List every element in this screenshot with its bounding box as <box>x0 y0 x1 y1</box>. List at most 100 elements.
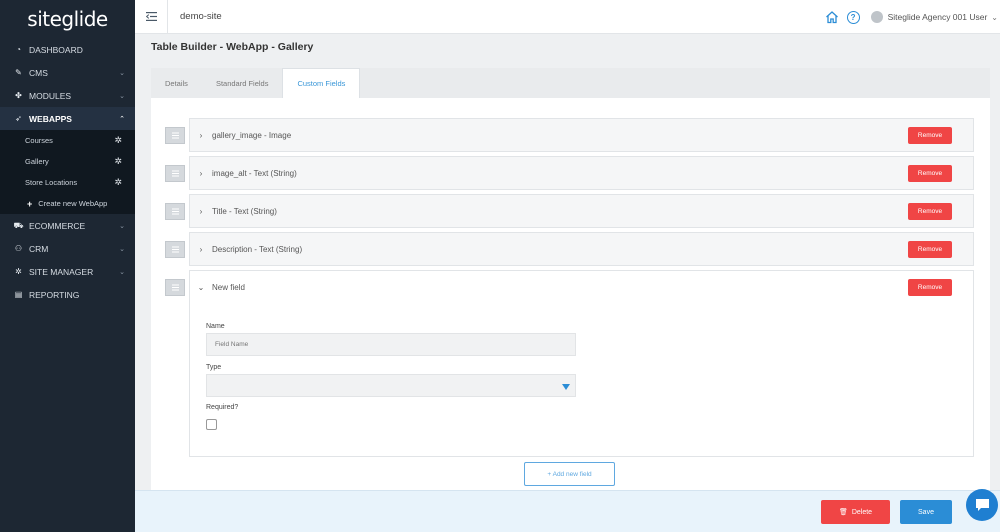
tab-details[interactable]: Details <box>151 68 202 98</box>
help-glyph: ? <box>850 12 856 22</box>
chevron-down-icon: ⌄ <box>119 245 125 253</box>
add-new-field-button[interactable]: + Add new field <box>524 462 615 486</box>
sidebar-item-label: MODULES <box>29 90 72 101</box>
field-header[interactable]: › gallery_image - Image Remove <box>189 118 974 152</box>
chevron-up-icon: ⌃ <box>119 115 125 123</box>
chevron-right-icon: › <box>199 130 203 140</box>
webapp-item-gallery[interactable]: Gallery ✲ <box>0 151 135 172</box>
gear-icon[interactable]: ✲ <box>114 135 122 146</box>
edit-icon: ✎ <box>15 68 22 77</box>
gear-icon: ✲ <box>15 267 22 276</box>
gear-icon[interactable]: ✲ <box>114 177 122 188</box>
sidebar-item-dashboard[interactable]: ◔ DASHBOARD <box>0 38 135 61</box>
home-icon[interactable] <box>825 10 839 24</box>
tab-label: Custom Fields <box>297 79 346 88</box>
trash-icon: 🗑 <box>838 509 848 516</box>
field-name-input[interactable] <box>206 333 576 356</box>
chat-icon <box>975 499 989 511</box>
sidebar-item-label: DASHBOARD <box>29 44 83 55</box>
sidebar-item-label: WEBAPPS <box>29 113 72 124</box>
avatar[interactable] <box>870 11 883 23</box>
sidebar-item-site-manager[interactable]: ✲ SITE MANAGER ⌄ <box>0 260 135 283</box>
drag-handle-icon[interactable] <box>165 127 185 144</box>
webapp-item-label: Gallery <box>25 157 49 166</box>
drag-handle-icon[interactable] <box>165 165 185 182</box>
field-label: gallery_image - Image <box>212 130 292 140</box>
top-right-controls: ? Siteglide Agency 001 User ⌄ <box>825 0 998 34</box>
save-button[interactable]: Save <box>900 500 952 524</box>
rocket-icon: ➶ <box>15 114 22 123</box>
type-label: Type <box>206 364 222 371</box>
sidebar-item-label: CRM <box>29 243 49 254</box>
drag-handle-icon[interactable] <box>165 241 185 258</box>
field-header[interactable]: › Description - Text (String) Remove <box>189 232 974 266</box>
required-label: Required? <box>206 404 239 411</box>
siteglide-logo[interactable]: siteglide <box>0 0 135 38</box>
field-header[interactable]: ⌄ New field Remove <box>189 270 974 304</box>
name-label: Name <box>206 323 225 330</box>
dropdown-arrow-icon <box>562 384 570 390</box>
webapp-item-label: Courses <box>25 136 53 145</box>
action-footer: 🗑 Delete Save <box>135 490 1000 532</box>
tab-standard-fields[interactable]: Standard Fields <box>202 68 283 98</box>
sidebar-item-label: CMS <box>29 67 48 78</box>
sidebar-item-reporting[interactable]: ▤ REPORTING <box>0 283 135 306</box>
plus-icon: + <box>27 198 33 209</box>
webapp-item-courses[interactable]: Courses ✲ <box>0 130 135 151</box>
webapp-item-label: Store Locations <box>25 178 78 187</box>
gear-icon[interactable]: ✲ <box>114 156 122 167</box>
menu-toggle-button[interactable] <box>135 0 168 34</box>
delete-button[interactable]: 🗑 Delete <box>821 500 890 524</box>
field-type-select[interactable] <box>206 374 576 397</box>
remove-button[interactable]: Remove <box>908 127 952 144</box>
chevron-down-icon[interactable]: ⌄ <box>991 13 998 22</box>
remove-button[interactable]: Remove <box>908 203 952 220</box>
report-icon: ▤ <box>14 290 23 299</box>
sidebar-nav: ◔ DASHBOARD ✎ CMS ⌄ ✤ MODULES ⌄ ➶ WEBAPP… <box>0 38 135 306</box>
users-icon: ⚇ <box>14 244 23 253</box>
field-label: New field <box>212 282 245 292</box>
sidebar-item-label: SITE MANAGER <box>29 266 94 277</box>
webapps-submenu: Courses ✲ Gallery ✲ Store Locations ✲ + … <box>0 130 135 214</box>
tab-label: Details <box>165 78 188 88</box>
field-label: Description - Text (String) <box>212 244 303 254</box>
cart-icon: ⛟ <box>13 220 24 230</box>
user-name[interactable]: Siteglide Agency 001 User <box>888 12 988 22</box>
site-name[interactable]: demo-site <box>180 11 222 22</box>
sidebar-item-crm[interactable]: ⚇ CRM ⌄ <box>0 237 135 260</box>
drag-handle-icon[interactable] <box>165 279 185 296</box>
sidebar-item-label: ECOMMERCE <box>29 220 86 231</box>
chevron-right-icon: › <box>199 206 203 216</box>
webapp-item-store-locations[interactable]: Store Locations ✲ <box>0 172 135 193</box>
remove-button[interactable]: Remove <box>908 279 952 296</box>
field-label: image_alt - Text (String) <box>212 168 297 178</box>
sidebar-item-webapps[interactable]: ➶ WEBAPPS ⌃ <box>0 107 135 130</box>
top-bar: demo-site ? Siteglide Agency 001 User ⌄ <box>135 0 1000 34</box>
save-label: Save <box>918 508 934 516</box>
required-checkbox[interactable] <box>206 419 217 430</box>
menu-collapse-icon <box>145 12 157 21</box>
tab-custom-fields[interactable]: Custom Fields <box>282 68 361 98</box>
tabs-bar: Details Standard Fields Custom Fields <box>151 68 990 98</box>
chevron-down-icon: ⌄ <box>197 282 205 292</box>
field-header[interactable]: › image_alt - Text (String) Remove <box>189 156 974 190</box>
field-header[interactable]: › Title - Text (String) Remove <box>189 194 974 228</box>
chat-widget-button[interactable] <box>966 489 998 521</box>
remove-button[interactable]: Remove <box>908 165 952 182</box>
chevron-down-icon: ⌄ <box>119 222 125 230</box>
drag-handle-icon[interactable] <box>165 203 185 220</box>
dashboard-icon: ◔ <box>16 45 21 54</box>
page-title: Table Builder - WebApp - Gallery <box>151 41 314 53</box>
chevron-down-icon: ⌄ <box>119 268 125 276</box>
create-webapp-link[interactable]: + Create new WebApp <box>0 193 135 214</box>
tab-label: Standard Fields <box>215 78 269 88</box>
delete-label: Delete <box>851 508 873 516</box>
remove-button[interactable]: Remove <box>908 241 952 258</box>
sidebar-item-label: REPORTING <box>29 289 80 300</box>
sidebar-item-cms[interactable]: ✎ CMS ⌄ <box>0 61 135 84</box>
sidebar-item-modules[interactable]: ✤ MODULES ⌄ <box>0 84 135 107</box>
help-icon[interactable]: ? <box>846 10 860 24</box>
sidebar-item-ecommerce[interactable]: ⛟ ECOMMERCE ⌄ <box>0 214 135 237</box>
chevron-right-icon: › <box>199 168 203 178</box>
logo-text: siteglide <box>27 7 108 31</box>
